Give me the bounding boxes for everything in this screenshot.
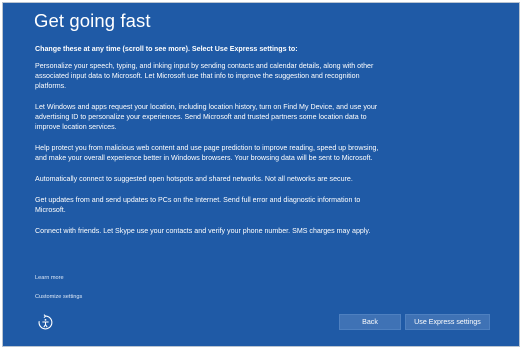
customize-settings-link[interactable]: Customize settings — [35, 294, 82, 300]
ease-of-access-icon[interactable] — [36, 313, 55, 332]
intro-text: Change these at any time (scroll to see … — [35, 45, 298, 53]
paragraph-skype: Connect with friends. Let Skype use your… — [35, 227, 371, 235]
paragraph-location: Let Windows and apps request your locati… — [35, 103, 378, 131]
ease-of-access-icon-graphic — [38, 314, 53, 330]
settings-description: Change these at any time (scroll to see … — [35, 44, 380, 247]
paragraph-hotspots: Automatically connect to suggested open … — [35, 175, 353, 183]
paragraph-speech-typing: Personalize your speech, typing, and ink… — [35, 62, 374, 90]
back-button[interactable]: Back — [339, 314, 401, 330]
learn-more-link[interactable]: Learn more — [35, 275, 64, 281]
page-title: Get going fast — [34, 10, 151, 31]
paragraph-updates: Get updates from and send updates to PCs… — [35, 196, 361, 214]
paragraph-browser-protection: Help protect you from malicious web cont… — [35, 144, 379, 162]
setup-window: Get going fast Change these at any time … — [2, 2, 520, 347]
use-express-settings-button[interactable]: Use Express settings — [405, 314, 490, 330]
